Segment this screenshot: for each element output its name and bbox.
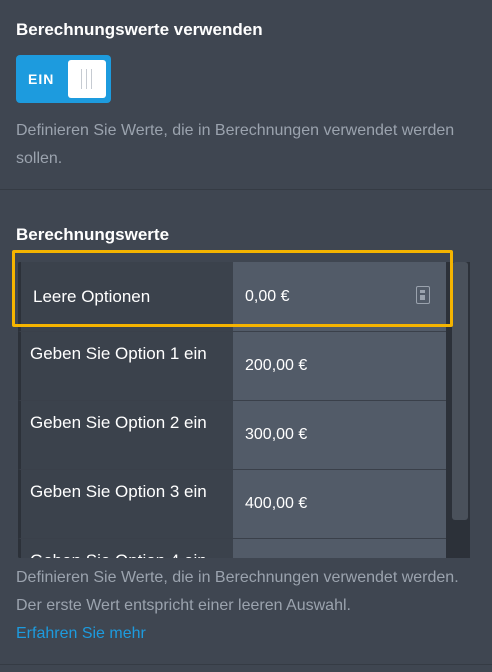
use-calc-values-description: Definieren Sie Werte, die in Berechnunge… — [16, 122, 455, 167]
use-calc-values-section: Berechnungswerte verwenden EIN Definiere… — [0, 0, 492, 190]
table-row: Leere Optionen 0,00 € — [18, 262, 446, 331]
option-label: Leere Optionen — [18, 262, 233, 331]
divider — [0, 664, 492, 665]
option-label: Geben Sie Option 1 ein — [18, 331, 233, 400]
table-row: Geben Sie Option 4 ein — [18, 538, 446, 558]
table-row: Geben Sie Option 2 ein 300,00 € — [18, 400, 446, 469]
option-value: 200,00 € — [245, 357, 308, 374]
toggle-knob[interactable] — [68, 60, 106, 98]
calc-values-description: Definieren Sie Werte, die in Berechnunge… — [16, 564, 476, 648]
option-value-input[interactable]: 400,00 € — [233, 469, 446, 538]
option-label: Geben Sie Option 4 ein — [18, 538, 233, 558]
use-calc-values-toggle[interactable]: EIN — [16, 55, 111, 103]
calculator-icon[interactable] — [416, 286, 430, 304]
table-scrollbar[interactable] — [449, 262, 470, 558]
option-value-input[interactable]: 200,00 € — [233, 331, 446, 400]
table-row: Geben Sie Option 3 ein 400,00 € — [18, 469, 446, 538]
scrollbar-thumb[interactable] — [452, 262, 468, 520]
option-label: Geben Sie Option 3 ein — [18, 469, 233, 538]
option-value: 300,00 € — [245, 426, 308, 443]
option-label: Geben Sie Option 2 ein — [18, 400, 233, 469]
calc-values-title: Berechnungswerte — [16, 225, 170, 244]
use-calc-values-title: Berechnungswerte verwenden — [16, 20, 263, 39]
grip-line-icon — [86, 69, 87, 89]
grip-line-icon — [91, 69, 92, 89]
option-value-input[interactable] — [233, 538, 446, 558]
option-value-input[interactable]: 0,00 € — [233, 262, 446, 331]
learn-more-link[interactable]: Erfahren Sie mehr — [16, 625, 146, 642]
toggle-state-label: EIN — [28, 71, 55, 87]
calculation-values-panel: Berechnungswerte verwenden EIN Definiere… — [0, 0, 492, 672]
option-value: 400,00 € — [245, 495, 308, 512]
option-value-input[interactable]: 300,00 € — [233, 400, 446, 469]
table-row: Geben Sie Option 1 ein 200,00 € — [18, 331, 446, 400]
calc-values-table: Leere Optionen 0,00 € Geben Sie Option 1… — [18, 262, 470, 558]
calc-values-description-text: Definieren Sie Werte, die in Berechnunge… — [16, 569, 459, 614]
grip-line-icon — [81, 69, 82, 89]
option-value: 0,00 € — [245, 287, 290, 305]
